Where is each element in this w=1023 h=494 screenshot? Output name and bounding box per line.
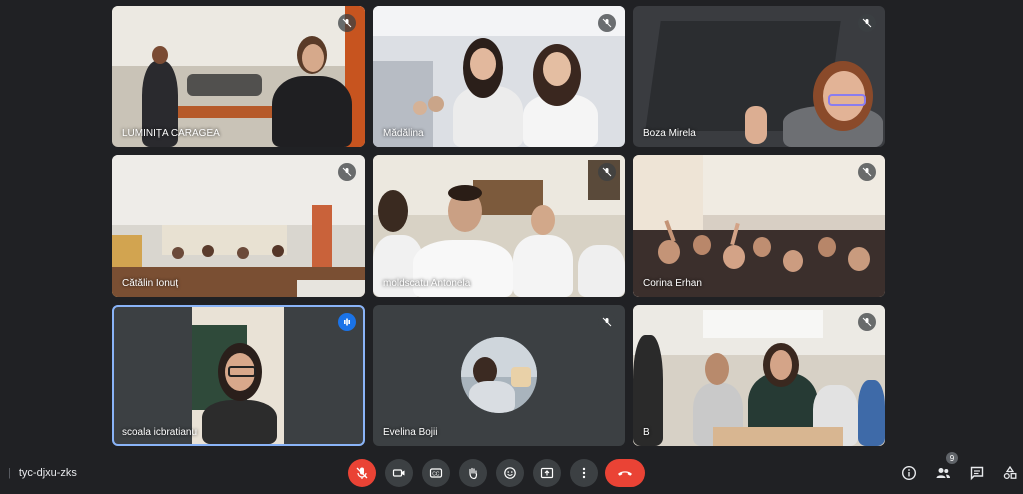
- activities-button[interactable]: [1000, 463, 1020, 483]
- participant-tile[interactable]: moldscatu Antonela: [373, 155, 625, 297]
- people-count-badge: 9: [946, 452, 958, 464]
- participant-tile[interactable]: Boza Mirela: [633, 6, 885, 147]
- svg-text:CC: CC: [432, 471, 440, 477]
- video-feed: [633, 6, 885, 147]
- reactions-button[interactable]: [496, 459, 524, 487]
- mic-off-icon: [356, 467, 368, 479]
- people-icon: [936, 468, 950, 478]
- captions-button[interactable]: CC: [422, 459, 450, 487]
- more-options-button[interactable]: [570, 459, 598, 487]
- video-feed: [373, 6, 625, 147]
- participant-name: LUMINIȚA CARAGEA: [122, 128, 220, 139]
- mic-toggle-button[interactable]: [348, 459, 376, 487]
- hand-icon: [469, 467, 478, 480]
- video-feed: [373, 155, 625, 297]
- video-feed: [633, 155, 885, 297]
- people-button[interactable]: [933, 463, 953, 483]
- participant-name: Boza Mirela: [643, 128, 696, 139]
- control-bar: | tyc-djxu-zks CC: [0, 455, 1023, 494]
- present-button[interactable]: [533, 459, 561, 487]
- participant-tile[interactable]: scoala icbratianu: [112, 305, 365, 446]
- participant-name: moldscatu Antonela: [383, 278, 471, 289]
- mic-off-icon: [598, 14, 616, 32]
- captions-icon: CC: [429, 468, 443, 478]
- video-feed: [112, 305, 365, 446]
- meeting-code: | tyc-djxu-zks: [8, 467, 77, 479]
- participant-name: scoala icbratianu: [122, 427, 198, 438]
- participant-name: Mădălina: [383, 128, 424, 139]
- participant-name: Corina Erhan: [643, 278, 702, 289]
- more-vert-icon: [582, 467, 586, 479]
- chat-button[interactable]: [967, 463, 987, 483]
- participant-name: Cătălin Ionuț: [122, 278, 179, 289]
- video-feed: [112, 155, 365, 297]
- present-icon: [540, 467, 554, 479]
- shapes-icon: [1003, 465, 1017, 480]
- mic-off-icon: [338, 163, 356, 181]
- mic-off-icon: [338, 14, 356, 32]
- mic-off-icon: [598, 163, 616, 181]
- leave-call-button[interactable]: [605, 459, 645, 487]
- mic-off-icon: [858, 163, 876, 181]
- chat-icon: [970, 466, 984, 481]
- participant-name: Evelina Bojii: [383, 427, 438, 438]
- participant-avatar: [461, 337, 537, 413]
- participant-tile[interactable]: Mădălina: [373, 6, 625, 147]
- camera-toggle-button[interactable]: [385, 459, 413, 487]
- participant-name: B: [643, 427, 650, 438]
- video-grid: LUMINIȚA CARAGEA Mădălina Boza Mirela Că…: [0, 0, 1023, 455]
- info-icon: [901, 465, 917, 481]
- mic-off-icon: [858, 14, 876, 32]
- video-feed: [633, 305, 885, 446]
- speaking-indicator-icon: [338, 313, 356, 331]
- meeting-details-button[interactable]: [899, 463, 919, 483]
- camera-icon: [392, 469, 405, 477]
- mic-off-icon: [598, 313, 616, 331]
- participant-tile[interactable]: Corina Erhan: [633, 155, 885, 297]
- participant-tile[interactable]: LUMINIȚA CARAGEA: [112, 6, 365, 147]
- video-feed: [112, 6, 365, 147]
- mic-off-icon: [858, 313, 876, 331]
- participant-tile[interactable]: Evelina Bojii: [373, 305, 625, 446]
- phone-hangup-icon: [618, 471, 632, 476]
- emoji-icon: [504, 467, 516, 479]
- participant-tile[interactable]: B: [633, 305, 885, 446]
- raise-hand-button[interactable]: [459, 459, 487, 487]
- divider: |: [8, 467, 11, 479]
- participant-tile[interactable]: Cătălin Ionuț: [112, 155, 365, 297]
